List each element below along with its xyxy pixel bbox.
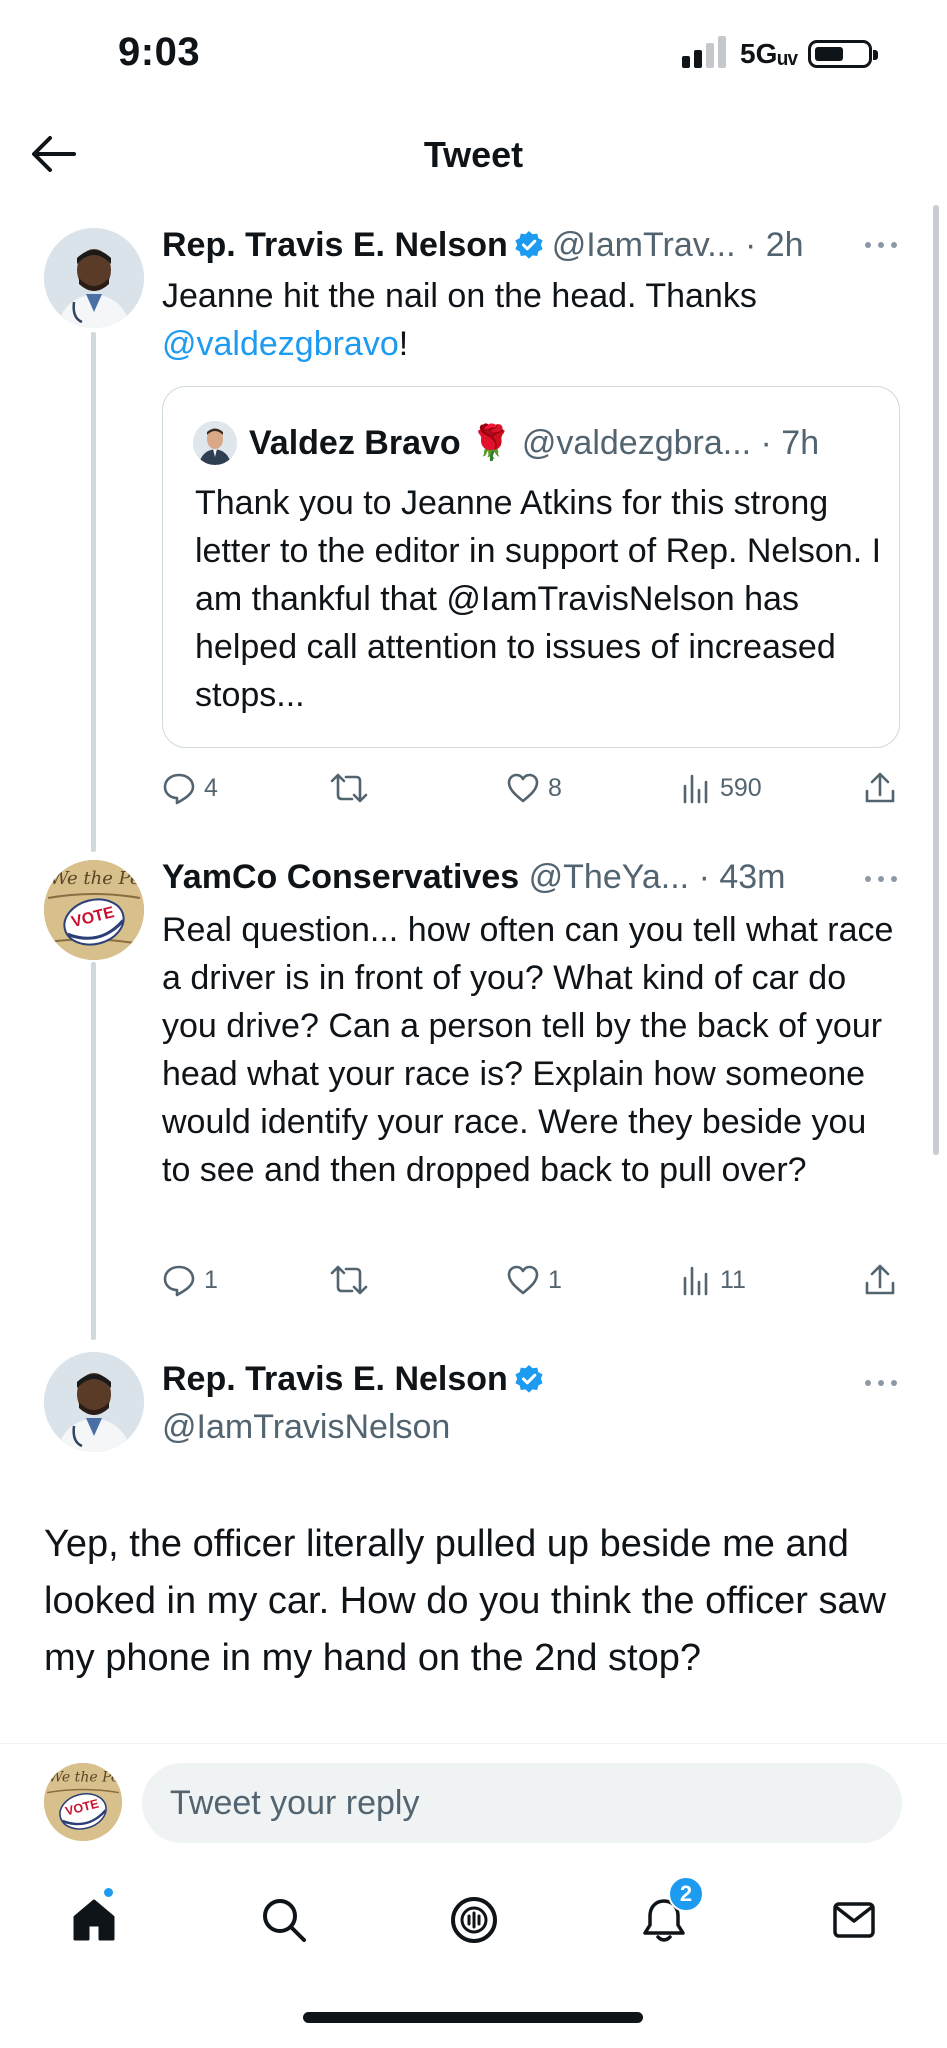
scrollbar[interactable] — [933, 205, 939, 1155]
more-icon[interactable] — [864, 1378, 898, 1388]
avatar[interactable]: We the Peop VOTE — [44, 860, 144, 960]
rose-emoji: 🌹 — [470, 424, 513, 462]
quote-avatar — [193, 421, 237, 465]
svg-text:We the Peop: We the Peop — [49, 1770, 122, 1786]
new-content-dot — [104, 1888, 113, 1897]
avatar[interactable] — [44, 1352, 144, 1452]
messages-icon — [833, 1902, 875, 1938]
tab-notifications[interactable]: 2 — [624, 1876, 704, 1960]
home-icon — [73, 1899, 115, 1941]
tab-home[interactable] — [54, 1880, 134, 1960]
signal-icon — [682, 36, 726, 68]
author-meta: @TheYa... · 43m — [528, 858, 786, 896]
status-time: 9:03 — [118, 30, 201, 74]
like-button[interactable]: 1 — [506, 1260, 562, 1300]
share-icon — [865, 1264, 895, 1295]
views-button[interactable]: 590 — [680, 768, 762, 808]
reply-count: 4 — [204, 773, 218, 802]
author-handle: @IamTravisNelson — [162, 1408, 451, 1446]
more-icon[interactable] — [864, 874, 898, 884]
more-icon[interactable] — [864, 240, 898, 250]
share-button[interactable] — [864, 768, 896, 808]
like-count: 8 — [548, 773, 562, 802]
like-button[interactable]: 8 — [506, 768, 562, 808]
mention-link[interactable]: @valdezgbravo — [162, 325, 399, 363]
author-meta: @IamTrav... · 2h — [551, 226, 804, 264]
quote-text: Thank you to Jeanne Atkins for this stro… — [195, 484, 882, 714]
divider — [0, 1743, 947, 1744]
tab-spaces[interactable] — [434, 1880, 514, 1960]
header: Tweet — [0, 110, 947, 200]
tweet-actions: 4 8 590 — [162, 768, 902, 808]
tweet-text-part: ! — [398, 325, 409, 363]
verified-badge-icon — [515, 231, 543, 259]
network-label: 5Gᵤᵥ — [740, 38, 798, 69]
main-tweet-author[interactable]: Rep. Travis E. Nelson — [162, 1360, 552, 1399]
tweet-author[interactable]: Rep. Travis E. Nelson @IamTrav... · 2h — [162, 226, 804, 265]
heart-icon — [507, 1265, 539, 1295]
reply-bar: We the Peop VOTE — [0, 1745, 947, 1855]
home-indicator[interactable] — [303, 2012, 643, 2023]
like-count: 1 — [548, 1265, 562, 1294]
page-title: Tweet — [423, 134, 524, 175]
status-bar: 9:03 5Gᵤᵥ — [0, 0, 947, 110]
views-icon — [683, 1266, 708, 1296]
main-tweet-text: Yep, the officer literally pulled up bes… — [44, 1523, 887, 1679]
views-count: 590 — [720, 773, 762, 802]
thread-line — [91, 332, 96, 852]
reply-icon — [163, 1265, 195, 1297]
notifications-badge: 2 — [668, 1876, 704, 1912]
tab-messages[interactable] — [814, 1880, 894, 1960]
search-icon — [263, 1899, 306, 1942]
quote-meta: @valdezgbra... · 7h — [521, 424, 820, 462]
tweet-text: Jeanne hit the nail on the head. Thanks … — [162, 272, 902, 368]
views-icon — [683, 774, 708, 804]
quoted-tweet[interactable]: Valdez Bravo 🌹 @valdezgbra... · 7h Thank… — [162, 386, 900, 748]
spaces-icon — [451, 1897, 497, 1943]
retweet-button[interactable] — [330, 768, 368, 808]
tweet-text: Real question... how often can you tell … — [162, 911, 894, 1189]
share-button[interactable] — [864, 1260, 896, 1300]
retweet-button[interactable] — [330, 1260, 368, 1300]
reply-button[interactable]: 4 — [162, 768, 218, 808]
author-name[interactable]: Rep. Travis E. Nelson — [162, 226, 508, 264]
svg-text:We the Peop: We the Peop — [50, 868, 144, 889]
bottom-tab-bar: 2 — [0, 1870, 947, 1970]
battery-icon — [808, 40, 878, 68]
tweet-text-part: Jeanne hit the nail on the head. Thanks — [162, 277, 757, 315]
verified-badge-icon — [515, 1365, 543, 1393]
tweet-actions: 1 1 11 — [162, 1260, 902, 1300]
reply-icon — [163, 773, 195, 805]
views-count: 11 — [720, 1265, 746, 1294]
avatar[interactable]: We the Peop VOTE — [44, 1763, 122, 1841]
author-name[interactable]: Rep. Travis E. Nelson — [162, 1360, 508, 1398]
thread-line — [91, 962, 96, 1340]
reply-button[interactable]: 1 — [162, 1260, 218, 1300]
reply-count: 1 — [204, 1265, 218, 1294]
retweet-icon — [330, 1265, 368, 1295]
reply-input[interactable] — [142, 1763, 902, 1843]
views-button[interactable]: 11 — [680, 1260, 746, 1300]
tweet-author[interactable]: YamCo Conservatives @TheYa... · 43m — [162, 858, 785, 897]
retweet-icon — [330, 773, 368, 803]
share-icon — [865, 772, 895, 803]
avatar[interactable] — [44, 228, 144, 328]
quote-author: Valdez Bravo 🌹 @valdezgbra... · 7h — [249, 423, 819, 463]
author-name[interactable]: YamCo Conservatives — [162, 858, 519, 896]
tab-search[interactable] — [244, 1880, 324, 1960]
heart-icon — [507, 773, 539, 803]
quote-author-name: Valdez Bravo — [249, 424, 461, 462]
